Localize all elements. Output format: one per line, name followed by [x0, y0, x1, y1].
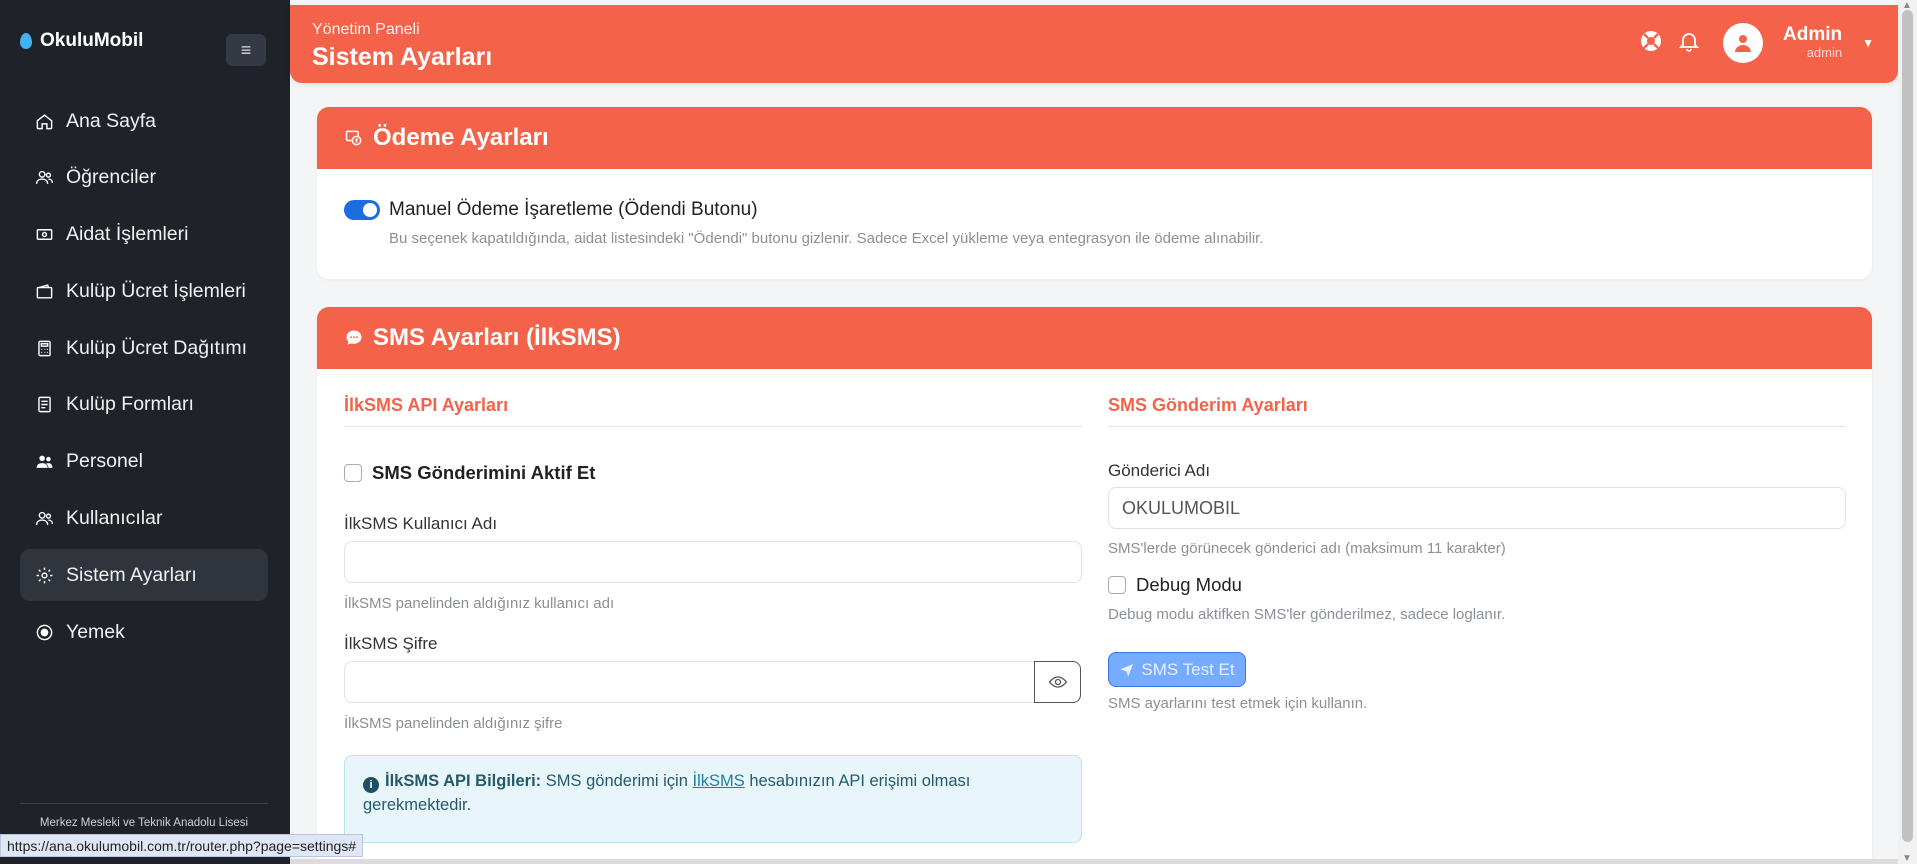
sidebar-item-label: Sistem Ayarları: [66, 563, 197, 586]
chat-icon: [343, 327, 365, 349]
password-label: İlkSMS Şifre: [344, 634, 438, 653]
school-name: Merkez Mesleki ve Teknik Anadolu Lisesi: [39, 817, 249, 829]
menu-toggle-button[interactable]: ≡: [226, 34, 266, 66]
debug-label: Debug Modu: [1136, 574, 1242, 595]
sms-enable-row: SMS Gönderimini Aktif Et: [344, 462, 595, 484]
manual-payment-help: Bu seçenek kapatıldığında, aidat listesi…: [389, 230, 1264, 247]
ilksms-link[interactable]: İlkSMS: [692, 772, 744, 790]
manual-payment-toggle[interactable]: [344, 200, 380, 220]
record-icon: [34, 622, 54, 642]
username-input[interactable]: [344, 541, 1082, 583]
sidebar-item-kulup-ucret[interactable]: Kulüp Ücret İşlemleri: [20, 265, 268, 317]
sidebar-item-label: Ana Sayfa: [66, 109, 156, 132]
user-menu[interactable]: Admin admin: [1783, 24, 1843, 61]
sidebar-item-label: Personel: [66, 450, 143, 473]
form-icon: [34, 395, 54, 415]
sidebar-item-yemek[interactable]: Yemek: [20, 606, 268, 658]
sms-send-column: SMS Gönderim Ayarları Gönderici Adı OKUL…: [1108, 395, 1846, 712]
sidebar-item-label: Kulüp Formları: [66, 393, 194, 416]
manual-payment-label: Manuel Ödeme İşaretleme (Ödendi Butonu): [389, 199, 758, 220]
eye-icon: [1048, 676, 1067, 688]
people-icon: [34, 452, 54, 472]
sender-help: SMS'lerde görünecek gönderici adı (maksi…: [1108, 540, 1506, 557]
info-bold: İlkSMS API Bilgileri:: [385, 772, 542, 790]
sidebar-nav: Ana Sayfa Öğrenciler Aidat İşlemleri Kul…: [20, 95, 268, 663]
password-help: İlkSMS panelinden aldığınız şifre: [344, 715, 563, 732]
sidebar-item-ana-sayfa[interactable]: Ana Sayfa: [20, 95, 268, 147]
home-icon: [34, 111, 54, 131]
horizontal-scrollbar: [290, 859, 1898, 864]
user-group-icon: [34, 509, 54, 529]
brand-logo[interactable]: OkuluMobil: [20, 30, 143, 52]
debug-checkbox[interactable]: [1108, 576, 1126, 594]
send-icon: [1120, 663, 1134, 677]
sidebar-divider: [20, 803, 268, 804]
sms-enable-checkbox[interactable]: [344, 464, 362, 482]
brand-drop-icon: [20, 33, 32, 49]
breadcrumb: Yönetim Paneli: [312, 21, 420, 38]
payment-card-title: Ödeme Ayarları: [373, 124, 549, 151]
sidebar-item-label: Kullanıcılar: [66, 507, 163, 530]
sidebar-item-label: Aidat İşlemleri: [66, 223, 189, 246]
scrollbar-thumb[interactable]: [1902, 10, 1913, 842]
debug-help: Debug modu aktifken SMS'ler gönderilmez,…: [1108, 606, 1506, 623]
test-help: SMS ayarlarını test etmek için kullanın.: [1108, 695, 1368, 712]
users-icon: [34, 168, 54, 188]
sender-label: Gönderici Adı: [1108, 461, 1211, 480]
sender-input[interactable]: OKULUMOBIL: [1108, 487, 1846, 529]
api-section-title: İlkSMS API Ayarları: [344, 395, 1082, 427]
sidebar-item-label: Yemek: [66, 620, 125, 643]
payment-settings-icon: [343, 127, 365, 149]
wallet-icon: [34, 281, 54, 301]
manual-payment-toggle-row: Manuel Ödeme İşaretleme (Ödendi Butonu): [344, 199, 758, 221]
sms-card-header: SMS Ayarları (İlkSMS): [317, 307, 1872, 369]
sidebar: OkuluMobil ≡ Ana Sayfa Öğrenciler Aidat …: [0, 0, 290, 864]
page-title: Sistem Ayarları: [312, 43, 493, 71]
bell-icon[interactable]: [1677, 29, 1701, 58]
help-icon[interactable]: [1639, 29, 1663, 58]
vertical-scrollbar[interactable]: ▲ ▼: [1898, 0, 1917, 864]
toggle-password-button[interactable]: [1034, 661, 1081, 703]
payment-settings-card: Ödeme Ayarları Manuel Ödeme İşaretleme (…: [317, 107, 1872, 279]
sidebar-item-ogrenciler[interactable]: Öğrenciler: [20, 152, 268, 204]
sidebar-item-label: Kulüp Ücret Dağıtımı: [66, 336, 247, 359]
username-label: İlkSMS Kullanıcı Adı: [344, 514, 498, 533]
send-section-title: SMS Gönderim Ayarları: [1108, 395, 1846, 427]
sidebar-item-kullanicilar[interactable]: Kullanıcılar: [20, 493, 268, 545]
top-header: Yönetim Paneli Sistem Ayarları Admin adm…: [290, 5, 1898, 83]
gear-icon: [34, 565, 54, 585]
sidebar-item-label: Öğrenciler: [66, 166, 156, 189]
user-role: admin: [1806, 45, 1843, 61]
debug-row: Debug Modu: [1108, 574, 1242, 596]
sidebar-item-sistem-ayarlari[interactable]: Sistem Ayarları: [20, 549, 268, 602]
status-bar-url: https://ana.okulumobil.com.tr/router.php…: [0, 834, 364, 857]
scroll-down-icon[interactable]: ▼: [1902, 853, 1912, 864]
sidebar-item-kulup-dagitim[interactable]: Kulüp Ücret Dağıtımı: [20, 322, 268, 374]
sidebar-item-aidat[interactable]: Aidat İşlemleri: [20, 209, 268, 261]
payment-card-header: Ödeme Ayarları: [317, 107, 1872, 169]
sms-test-button[interactable]: SMS Test Et: [1108, 652, 1246, 687]
info-text-1: SMS gönderimi için: [541, 772, 693, 790]
sms-card-title: SMS Ayarları (İlkSMS): [373, 324, 621, 351]
cash-icon: [34, 225, 54, 245]
sms-api-column: İlkSMS API Ayarları SMS Gönderimini Akti…: [344, 395, 1082, 843]
password-input[interactable]: [344, 661, 1036, 703]
info-icon: i: [363, 777, 379, 793]
brand-name: OkuluMobil: [40, 30, 144, 51]
sidebar-item-label: Kulüp Ücret İşlemleri: [66, 279, 246, 302]
sms-test-button-label: SMS Test Et: [1141, 659, 1235, 679]
avatar[interactable]: [1723, 23, 1763, 63]
api-info-alert: i İlkSMS API Bilgileri: SMS gönderimi içi…: [344, 755, 1082, 843]
header-actions: Admin admin ▼: [1639, 23, 1874, 63]
sms-settings-card: SMS Ayarları (İlkSMS) İlkSMS API Ayarlar…: [317, 307, 1872, 864]
sidebar-item-kulup-formlari[interactable]: Kulüp Formları: [20, 379, 268, 431]
username-help: İlkSMS panelinden aldığınız kullanıcı ad…: [344, 595, 615, 612]
sms-enable-label: SMS Gönderimini Aktif Et: [372, 462, 596, 483]
sidebar-item-personel[interactable]: Personel: [20, 436, 268, 488]
calculator-icon: [34, 338, 54, 358]
user-name: Admin: [1783, 24, 1843, 46]
chevron-down-icon[interactable]: ▼: [1862, 36, 1874, 50]
